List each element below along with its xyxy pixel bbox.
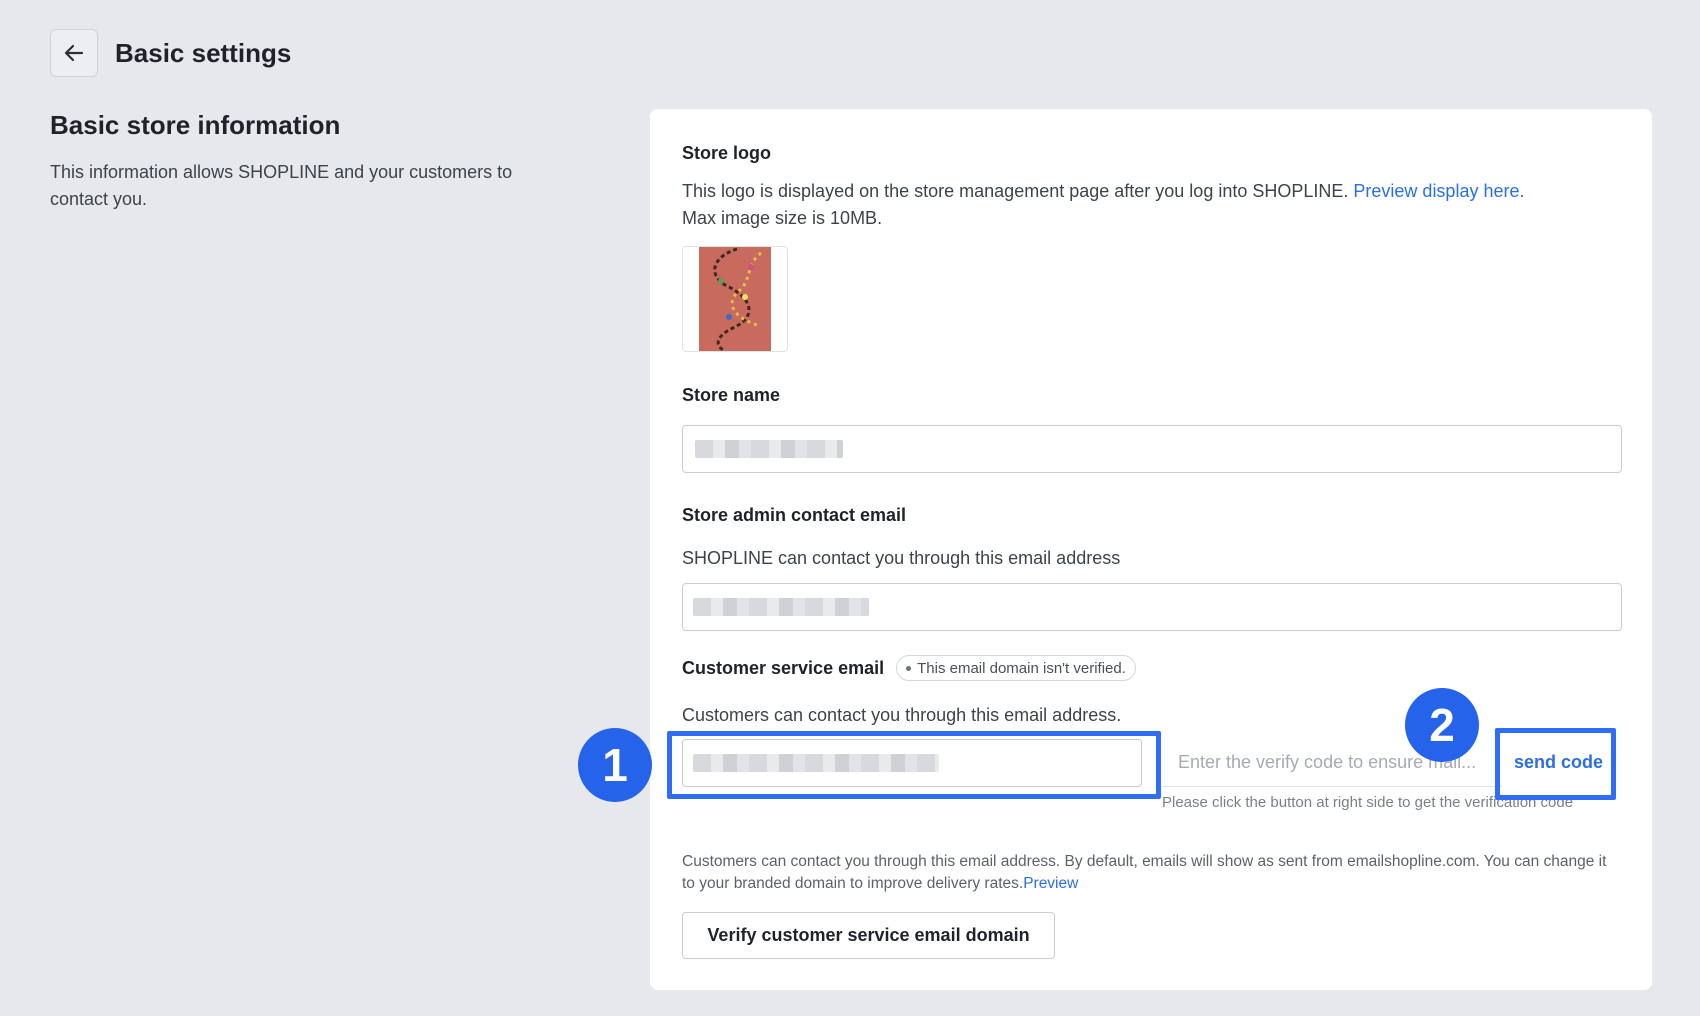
- admin-email-input[interactable]: [682, 583, 1622, 631]
- customer-email-header: Customer service email This email domain…: [682, 655, 1136, 681]
- verify-domain-button[interactable]: Verify customer service email domain: [682, 912, 1055, 959]
- redacted-value: [693, 598, 869, 616]
- store-logo-description: This logo is displayed on the store mana…: [682, 178, 1562, 232]
- max-size-text: Max image size is 10MB.: [682, 208, 883, 228]
- arrow-left-icon: [64, 44, 84, 62]
- section-info: Basic store information This information…: [50, 110, 570, 213]
- store-logo-image[interactable]: [682, 246, 788, 352]
- customer-email-footer: Customers can contact you through this e…: [682, 851, 1622, 895]
- highlight-box-2: [1495, 728, 1616, 800]
- store-logo-label: Store logo: [682, 143, 771, 163]
- section-title: Basic store information: [50, 110, 341, 140]
- admin-email-description: SHOPLINE can contact you through this em…: [682, 548, 1121, 568]
- footer-preview-link[interactable]: Preview: [1023, 875, 1078, 892]
- store-logo-description-text: This logo is displayed on the store mana…: [682, 181, 1349, 201]
- customer-email-description: Customers can contact you through this e…: [682, 705, 1122, 725]
- redacted-value: [695, 440, 843, 458]
- page-title: Basic settings: [115, 37, 292, 68]
- admin-email-label: Store admin contact email: [682, 505, 907, 525]
- back-button[interactable]: [50, 29, 98, 77]
- preview-display-link[interactable]: Preview display here.: [1353, 181, 1524, 201]
- store-name-input[interactable]: [682, 425, 1622, 473]
- badge-text: This email domain isn't verified.: [917, 659, 1126, 677]
- footer-text: Customers can contact you through this e…: [682, 853, 1607, 892]
- settings-card: Store logo This logo is displayed on the…: [650, 109, 1652, 990]
- store-name-label: Store name: [682, 385, 781, 405]
- page-header: Basic settings: [50, 29, 291, 77]
- annotation-marker-1: 1: [578, 728, 652, 802]
- domain-status-badge: This email domain isn't verified.: [896, 655, 1136, 681]
- customer-email-label: Customer service email: [682, 657, 885, 678]
- logo-thumbnail: [699, 247, 771, 351]
- section-description: This information allows SHOPLINE and you…: [50, 162, 513, 209]
- highlight-box-1: [667, 731, 1161, 799]
- annotation-marker-2: 2: [1405, 688, 1479, 762]
- status-dot-icon: [906, 665, 912, 671]
